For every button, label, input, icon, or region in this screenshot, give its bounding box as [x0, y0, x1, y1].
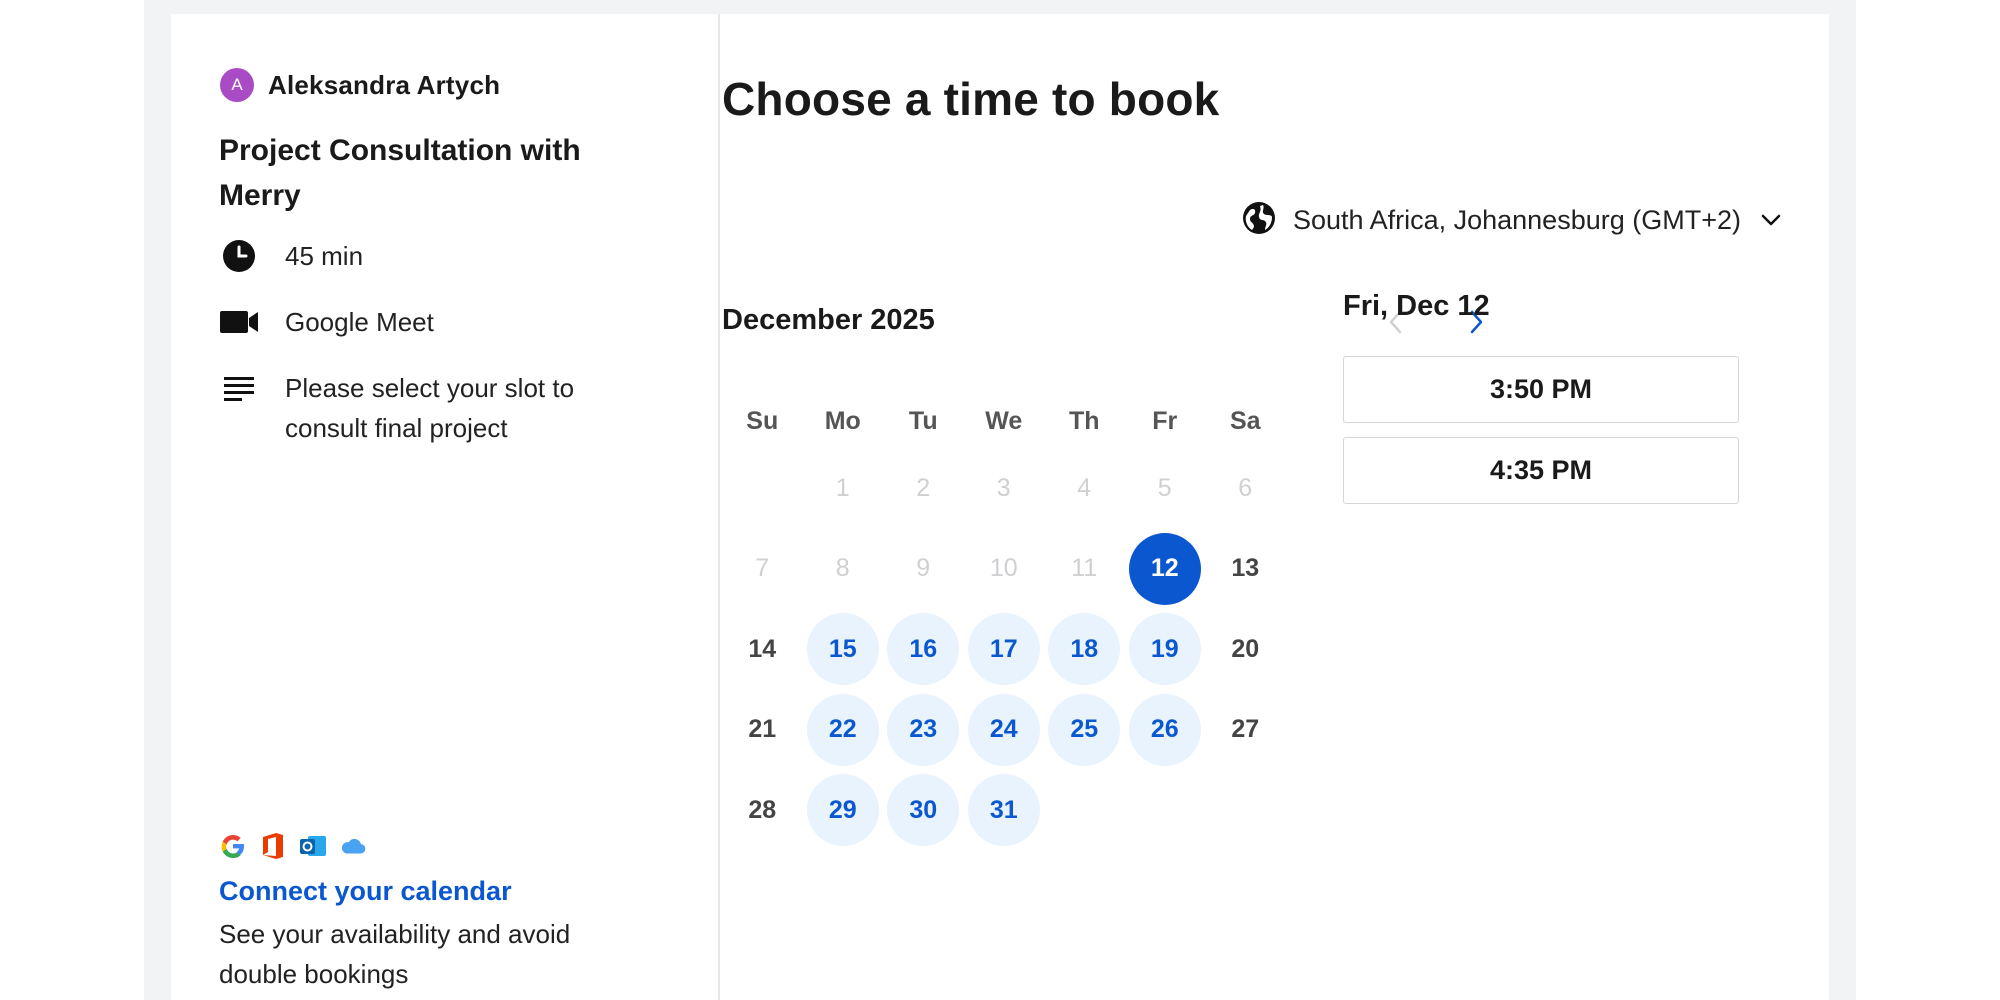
- weekday-label: We: [985, 406, 1023, 435]
- calendar-day-15[interactable]: 15: [806, 613, 879, 686]
- calendar-day-17[interactable]: 17: [967, 613, 1040, 686]
- calendar-day-23[interactable]: 23: [887, 693, 960, 766]
- calendar-day-1: 1: [835, 473, 850, 502]
- weekday-label: Su: [746, 406, 779, 435]
- calendar-day-21: 21: [748, 715, 777, 744]
- time-slot-list: 3:50 PM 4:35 PM: [1343, 356, 1739, 518]
- calendar-empty-cell: [1048, 774, 1120, 846]
- calendar-week-row: 7 8 9 10 11 12 13: [722, 529, 1282, 610]
- weekday-label: Th: [1068, 406, 1100, 435]
- calendar-provider-icons: [219, 832, 367, 860]
- globe-icon: [1241, 200, 1277, 241]
- weekday-label: Mo: [824, 406, 861, 435]
- calendar-week-row: 1 2 3 4 5 6: [722, 448, 1282, 529]
- calendar-weeks: 1 2 3 4 5 6 7 8 9 10 11 12 13 14 15 16 17 18 19 20 21 22 23 24 2…: [722, 448, 1282, 851]
- description-text: Please select your slot to consult final…: [285, 373, 575, 443]
- calendar-day-30[interactable]: 30: [887, 774, 960, 847]
- office-icon: [259, 832, 287, 860]
- time-slot-button[interactable]: 3:50 PM: [1343, 356, 1739, 423]
- google-icon: [219, 832, 247, 860]
- weekday-label: Sa: [1229, 406, 1261, 435]
- calendar-day-12[interactable]: 12: [1128, 532, 1201, 605]
- timezone-label: South Africa, Johannesburg (GMT+2): [1293, 204, 1741, 235]
- event-title: Project Consultation with Merry: [219, 134, 581, 212]
- calendar-day-20: 20: [1231, 634, 1260, 663]
- calendar-week-row: 21 22 23 24 25 26 27: [722, 690, 1282, 771]
- calendar-day-6: 6: [1238, 473, 1253, 502]
- text-lines-icon: [219, 368, 259, 408]
- calendar-week-row: 28 29 30 31: [722, 770, 1282, 851]
- calendar-day-19[interactable]: 19: [1128, 613, 1201, 686]
- calendar-day-14: 14: [748, 634, 777, 663]
- event-details-panel: A Aleksandra Artych Project Consultation…: [171, 14, 720, 1000]
- calendar-day-9: 9: [916, 554, 931, 583]
- duration-text: 45 min: [285, 241, 364, 271]
- timezone-select[interactable]: South Africa, Johannesburg (GMT+2): [1241, 200, 1783, 240]
- host-name: Aleksandra Artych: [268, 69, 501, 100]
- weekday-label: Tu: [908, 406, 938, 435]
- calendar-day-26[interactable]: 26: [1128, 693, 1201, 766]
- clock-icon: [219, 236, 259, 276]
- calendar-day-8: 8: [835, 554, 850, 583]
- icloud-icon: [339, 832, 367, 860]
- calendar-day-13: 13: [1231, 554, 1260, 583]
- time-slot-button[interactable]: 4:35 PM: [1343, 437, 1739, 504]
- host-info: A Aleksandra Artych: [220, 68, 500, 102]
- calendar-day-11: 11: [1071, 554, 1098, 583]
- calendar-empty-cell: [726, 452, 798, 524]
- calendar-day-25[interactable]: 25: [1048, 693, 1121, 766]
- month-label: December 2025: [722, 304, 935, 336]
- location-row: Google Meet: [219, 302, 645, 342]
- calendar-empty-cell: [1129, 774, 1201, 846]
- location-text: Google Meet: [285, 307, 434, 337]
- weekday-label: Fr: [1152, 406, 1178, 435]
- calendar-day-5: 5: [1157, 473, 1172, 502]
- calendar-day-3: 3: [996, 473, 1011, 502]
- booking-panel: Choose a time to book South Africa, Joha…: [722, 14, 1829, 1000]
- calendar-day-10: 10: [989, 554, 1018, 583]
- duration-row: 45 min: [219, 236, 645, 276]
- calendar-day-27: 27: [1231, 715, 1260, 744]
- calendar-day-31[interactable]: 31: [967, 774, 1040, 847]
- avatar: A: [220, 68, 254, 102]
- video-camera-icon: [219, 302, 259, 342]
- weekday-header: Su Mo Tu We Th Fr Sa: [722, 394, 1282, 448]
- calendar-day-22[interactable]: 22: [806, 693, 879, 766]
- calendar-day-2: 2: [916, 473, 931, 502]
- calendar-day-28: 28: [748, 795, 777, 824]
- calendar-day-29[interactable]: 29: [806, 774, 879, 847]
- connect-calendar-subtext: See your availability and avoid double b…: [219, 919, 571, 989]
- calendar-day-18[interactable]: 18: [1048, 613, 1121, 686]
- month-calendar: Su Mo Tu We Th Fr Sa 1 2 3 4 5 6 7 8 9 10 11 12 13 14…: [722, 394, 1282, 851]
- calendar-empty-cell: [1209, 774, 1281, 846]
- selected-date-label: Fri, Dec 12: [1343, 290, 1490, 322]
- booking-card: A Aleksandra Artych Project Consultation…: [171, 14, 1829, 1000]
- calendar-week-row: 14 15 16 17 18 19 20: [722, 609, 1282, 690]
- outlook-icon: [299, 832, 327, 860]
- calendar-day-24[interactable]: 24: [967, 693, 1040, 766]
- chevron-down-icon: [1759, 208, 1783, 232]
- description-row: Please select your slot to consult final…: [219, 368, 645, 448]
- calendar-day-4: 4: [1077, 473, 1092, 502]
- calendar-day-16[interactable]: 16: [887, 613, 960, 686]
- page-title: Choose a time to book: [722, 73, 1220, 125]
- calendar-day-7: 7: [755, 554, 770, 583]
- connect-calendar-link[interactable]: Connect your calendar: [219, 876, 512, 907]
